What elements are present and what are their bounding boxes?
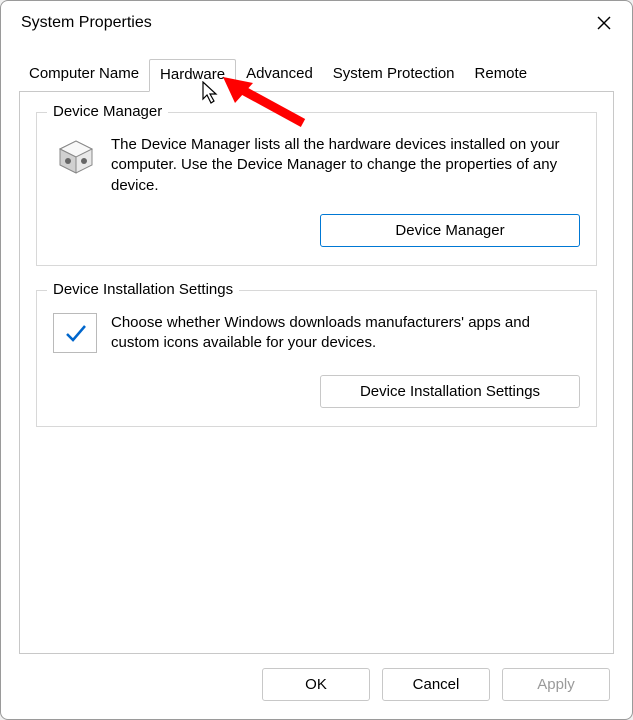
close-button[interactable] <box>590 9 618 37</box>
device-manager-description: The Device Manager lists all the hardwar… <box>111 135 580 196</box>
tab-content: Device Manager The Device Manager lists … <box>19 91 614 654</box>
close-icon <box>597 16 611 30</box>
device-installation-description: Choose whether Windows downloads manufac… <box>111 313 580 357</box>
device-installation-icon <box>53 313 97 357</box>
tab-remote[interactable]: Remote <box>465 59 538 91</box>
dialog-footer: OK Cancel Apply <box>1 668 632 719</box>
checkmark-icon <box>53 313 97 353</box>
system-properties-window: System Properties Computer Name Hardware… <box>0 0 633 720</box>
tab-computer-name[interactable]: Computer Name <box>19 59 149 91</box>
apply-button: Apply <box>502 668 610 701</box>
device-manager-icon <box>53 135 97 179</box>
device-installation-legend: Device Installation Settings <box>47 281 239 298</box>
ok-button[interactable]: OK <box>262 668 370 701</box>
tab-advanced[interactable]: Advanced <box>236 59 323 91</box>
device-manager-group: Device Manager The Device Manager lists … <box>36 112 597 266</box>
tab-bar: Computer Name Hardware Advanced System P… <box>1 59 632 91</box>
device-manager-button[interactable]: Device Manager <box>320 214 580 247</box>
device-installation-button-row: Device Installation Settings <box>53 375 580 408</box>
device-installation-content: Choose whether Windows downloads manufac… <box>53 313 580 357</box>
tab-system-protection[interactable]: System Protection <box>323 59 465 91</box>
window-title: System Properties <box>21 14 152 32</box>
device-manager-legend: Device Manager <box>47 103 168 120</box>
titlebar: System Properties <box>1 1 632 45</box>
device-installation-group: Device Installation Settings Choose whet… <box>36 290 597 427</box>
device-manager-button-row: Device Manager <box>53 214 580 247</box>
device-installation-button[interactable]: Device Installation Settings <box>320 375 580 408</box>
device-manager-content: The Device Manager lists all the hardwar… <box>53 135 580 196</box>
tab-hardware[interactable]: Hardware <box>149 59 236 92</box>
cancel-button[interactable]: Cancel <box>382 668 490 701</box>
